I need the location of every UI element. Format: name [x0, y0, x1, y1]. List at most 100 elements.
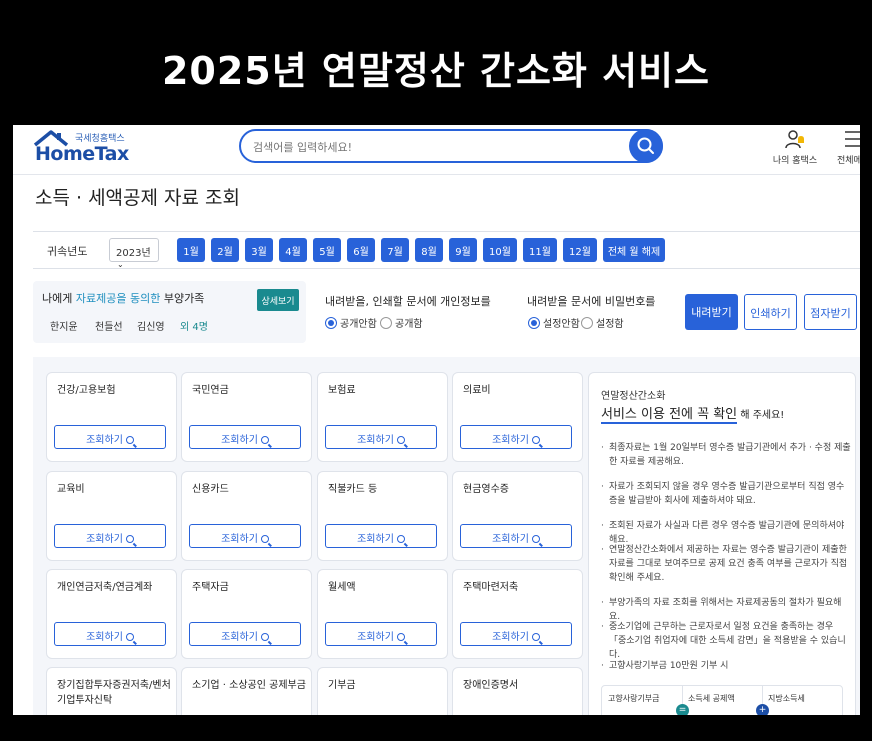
year-label: 귀속년도 — [47, 245, 88, 258]
card-housing-savings: 주택마련저축 조회하기 — [452, 569, 583, 659]
card-education-expenses: 교육비 조회하기 — [46, 471, 177, 561]
print-button[interactable]: 인쇄하기 — [744, 294, 797, 330]
logo-text: HomeTax — [35, 143, 129, 165]
search-button[interactable] — [629, 129, 663, 163]
search-icon — [125, 436, 134, 444]
my-hometax-button[interactable]: 나의 홈택스 — [770, 127, 820, 171]
search-icon — [125, 633, 134, 641]
hamburger-icon — [845, 131, 860, 147]
card-housing-fund: 주택자금 조회하기 — [181, 569, 312, 659]
more-dependents-link[interactable]: 외 4명 — [180, 318, 208, 333]
password-title: 내려받을 문서에 비밀번호를 — [527, 295, 656, 308]
notice-item: · 중소기업에 근무하는 근로자로서 일정 요건을 충족하는 경우 「중소기업 취… — [601, 622, 846, 660]
consent-title: 나에게 자료제공을 동의한 부양가족 — [42, 292, 205, 305]
search-icon — [531, 436, 540, 444]
search-icon — [396, 535, 405, 543]
card-insurance-premium: 보험료 조회하기 — [317, 372, 448, 462]
card-cash-receipt: 현금영수증 조회하기 — [452, 471, 583, 561]
radio-empty-icon — [380, 317, 392, 329]
all-menu-button[interactable]: 전체메뉴 — [831, 127, 860, 171]
notice-item: · 연말정산간소화에서 제공하는 자료는 영수증 발급기관이 제출한 자료를 그대… — [601, 545, 848, 583]
query-button[interactable]: 조회하기 — [54, 524, 166, 548]
card-small-business-mutual-aid: 소기업 · 소상공인 공제부금 — [181, 667, 312, 715]
search-icon — [396, 633, 405, 641]
query-button[interactable]: 조회하기 — [189, 622, 301, 646]
table-header: 지방소득세 — [768, 694, 805, 703]
banner: 2025년 연말정산 간소화 서비스 — [0, 0, 872, 125]
radio-empty-icon — [581, 317, 593, 329]
notice-panel: 연말정산간소화 서비스 이용 전에 꼭 확인 해 주세요! · 최종자료는 1월 … — [588, 372, 856, 715]
card-long-term-investment: 장기집합투자증권저축/벤처기업투자신탁 — [46, 667, 177, 715]
month-button-7[interactable]: 7월 — [381, 238, 409, 262]
search-icon — [531, 535, 540, 543]
month-button-5[interactable]: 5월 — [313, 238, 341, 262]
clear-all-months-button[interactable]: 전체 월 해제 — [603, 238, 665, 262]
privacy-radio-show[interactable]: 공개함 — [380, 315, 423, 330]
query-button[interactable]: 조회하기 — [325, 622, 437, 646]
search-icon — [531, 633, 540, 641]
donation-table: 고향사랑기부금 소득세 공제액 지방소득세 = + — [601, 685, 843, 715]
month-button-2[interactable]: 2월 — [211, 238, 239, 262]
notice-item: · 자료가 조회되지 않을 경우 영수증 발급기관으로부터 직접 영수증을 발급받… — [601, 482, 845, 506]
banner-title: 2025년 연말정산 간소화 서비스 — [161, 49, 710, 93]
query-button[interactable]: 조회하기 — [460, 524, 572, 548]
search-icon — [396, 436, 405, 444]
query-button[interactable]: 조회하기 — [325, 524, 437, 548]
search-icon — [260, 436, 269, 444]
download-button[interactable]: 내려받기 — [685, 294, 738, 330]
month-button-8[interactable]: 8월 — [415, 238, 443, 262]
notice-subtitle: 연말정산간소화 — [601, 391, 666, 402]
equals-icon: = — [676, 704, 689, 715]
month-button-6[interactable]: 6월 — [347, 238, 375, 262]
query-button[interactable]: 조회하기 — [189, 425, 301, 449]
query-button[interactable]: 조회하기 — [54, 425, 166, 449]
password-radio-none[interactable]: 설정안함 — [528, 315, 580, 330]
month-button-12[interactable]: 12월 — [563, 238, 597, 262]
search-bar — [239, 129, 663, 163]
notice-item: · 고향사랑기부금 10만원 기부 시 — [601, 661, 729, 671]
page-title: 소득 · 세액공제 자료 조회 — [35, 187, 240, 209]
table-header: 소득세 공제액 — [688, 694, 735, 703]
year-select-value: 2023년 — [116, 248, 151, 259]
search-icon — [260, 535, 269, 543]
month-button-1[interactable]: 1월 — [177, 238, 205, 262]
query-button[interactable]: 조회하기 — [325, 425, 437, 449]
search-icon — [125, 535, 134, 543]
month-button-9[interactable]: 9월 — [449, 238, 477, 262]
header: 국세청홈택스 HomeTax 나의 홈택스 — [13, 125, 860, 175]
hometax-screen: 국세청홈택스 HomeTax 나의 홈택스 — [13, 125, 860, 715]
card-health-employment-insurance: 건강/고용보험 조회하기 — [46, 372, 177, 462]
month-button-4[interactable]: 4월 — [279, 238, 307, 262]
month-button-3[interactable]: 3월 — [245, 238, 273, 262]
card-credit-card: 신용카드 조회하기 — [181, 471, 312, 561]
card-national-pension: 국민연금 조회하기 — [181, 372, 312, 462]
privacy-radio-hide[interactable]: 공개안함 — [325, 315, 377, 330]
month-button-10[interactable]: 10월 — [483, 238, 517, 262]
query-button[interactable]: 조회하기 — [460, 425, 572, 449]
braille-button[interactable]: 점자받기 — [804, 294, 857, 330]
notice-title: 서비스 이용 전에 꼭 확인 해 주세요! — [601, 407, 785, 424]
year-select[interactable]: 2023년⌄ — [109, 238, 159, 269]
dependent-name: 천들선 — [95, 322, 123, 333]
query-button[interactable]: 조회하기 — [189, 524, 301, 548]
card-monthly-rent: 월세액 조회하기 — [317, 569, 448, 659]
detail-view-button[interactable]: 상세보기 — [257, 289, 299, 311]
all-menu-label: 전체메뉴 — [837, 156, 860, 166]
password-radio-set[interactable]: 설정함 — [581, 315, 624, 330]
user-bell-icon — [785, 130, 804, 149]
card-pension-savings: 개인연금저축/연금계좌 조회하기 — [46, 569, 177, 659]
table-header: 고향사랑기부금 — [608, 694, 660, 703]
query-button[interactable]: 조회하기 — [54, 622, 166, 646]
my-hometax-label: 나의 홈택스 — [772, 156, 818, 166]
privacy-title: 내려받을, 인쇄할 문서에 개인정보를 — [325, 295, 491, 308]
consent-dependents-box: 나에게 자료제공을 동의한 부양가족 상세보기 한지윤 천들선 김신영 외 4명 — [33, 281, 306, 343]
year-filter-row: 귀속년도 2023년⌄ 1월 2월 3월 4월 5월 6월 7월 8월 9월 1… — [33, 231, 860, 269]
month-button-11[interactable]: 11월 — [523, 238, 557, 262]
search-input[interactable] — [253, 137, 633, 157]
card-debit-card: 직불카드 등 조회하기 — [317, 471, 448, 561]
plus-icon: + — [756, 704, 769, 715]
query-button[interactable]: 조회하기 — [460, 622, 572, 646]
radio-selected-icon — [325, 317, 337, 329]
hometax-logo[interactable]: 국세청홈택스 HomeTax — [33, 129, 143, 169]
card-medical-expenses: 의료비 조회하기 — [452, 372, 583, 462]
